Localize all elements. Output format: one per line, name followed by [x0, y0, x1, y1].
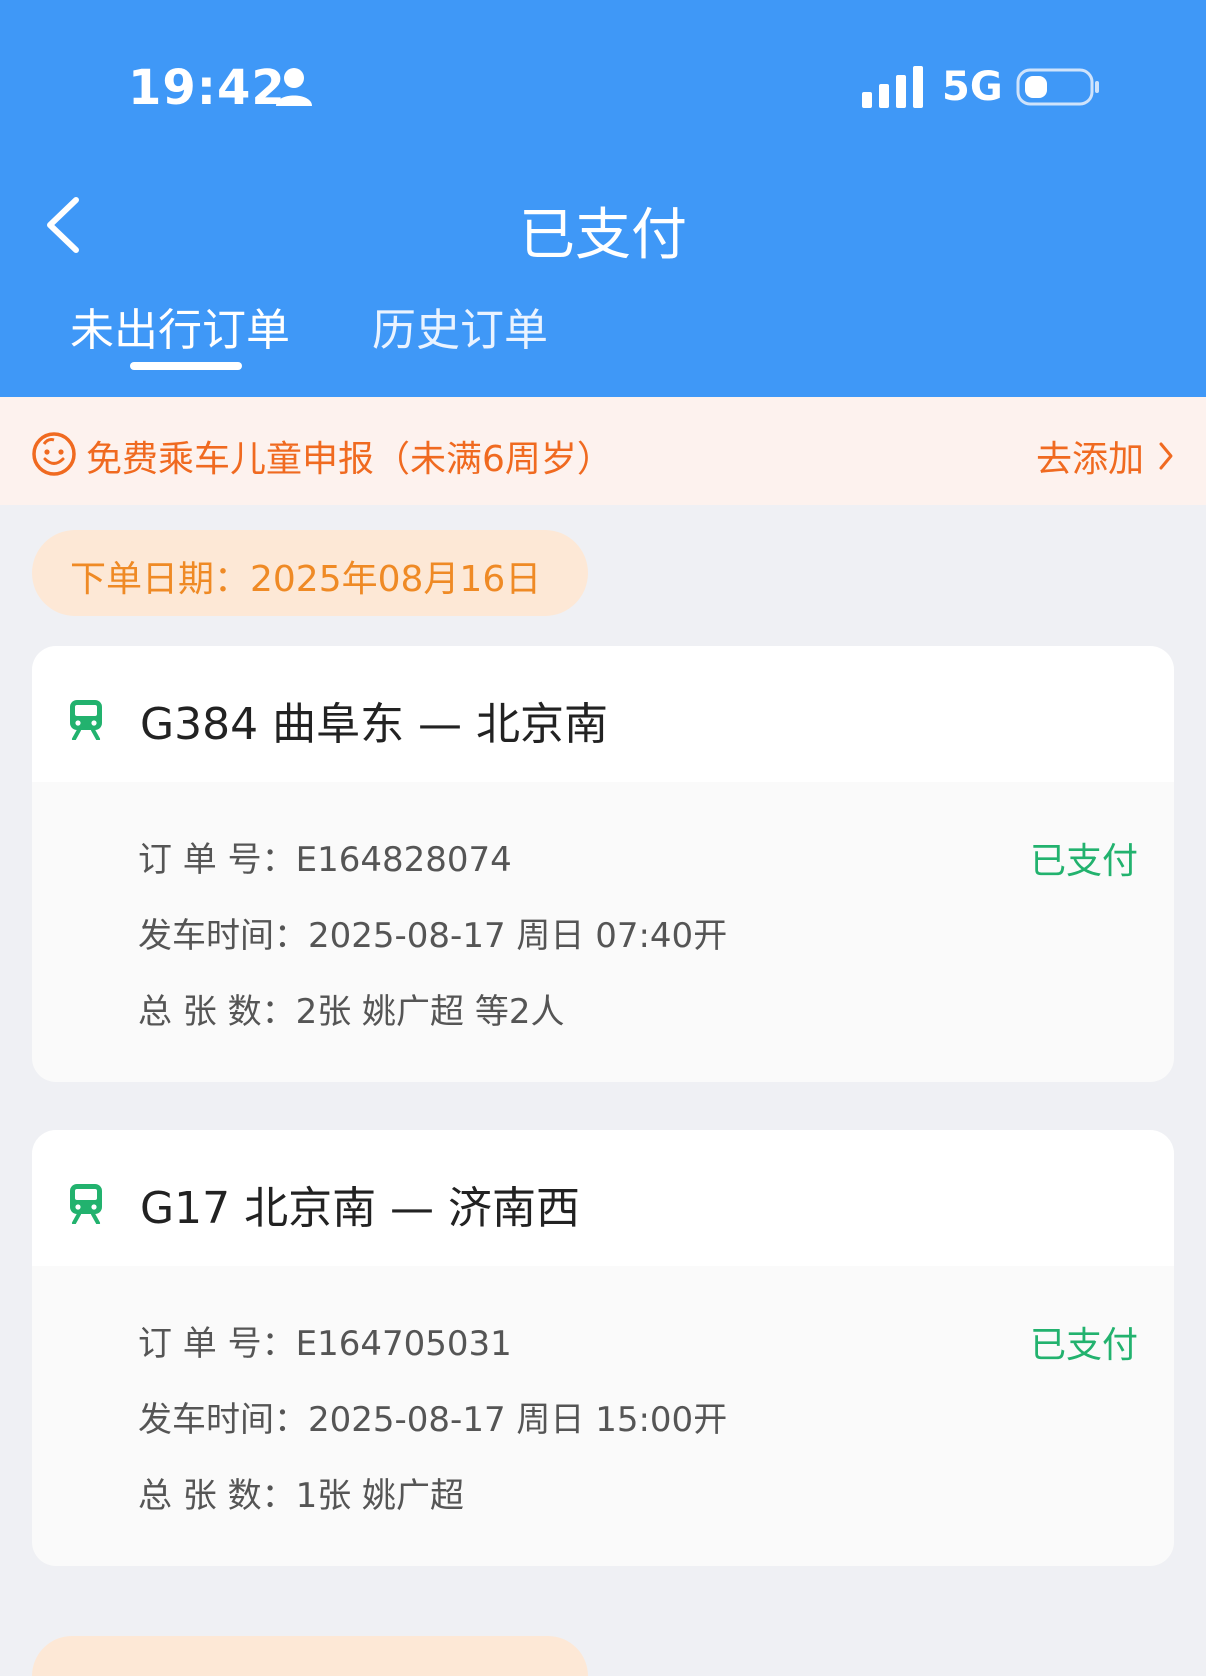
order-card[interactable]: G384 曲阜东 — 北京南 订 单 号：E164828074 已支付 发车时间…: [32, 646, 1174, 1082]
app-header: 19:42 5G 已支付 未出行订单 历史订单: [0, 0, 1206, 397]
next-order-date-pill: [32, 1636, 588, 1676]
add-child-label: 去添加: [1035, 439, 1144, 480]
add-child-link[interactable]: 去添加: [1036, 430, 1174, 482]
smile-icon: [32, 432, 76, 476]
train-icon: [70, 700, 102, 740]
departure-time: 发车时间：2025-08-17 周日 15:00开: [138, 1400, 728, 1440]
active-tab-indicator: [130, 362, 242, 370]
train-route-title: G17 北京南 — 济南西: [140, 1183, 581, 1234]
departure-time: 发车时间：2025-08-17 周日 07:40开: [138, 916, 728, 956]
network-type: 5G: [942, 64, 1003, 110]
page-title: 已支付: [519, 203, 687, 268]
chevron-right-icon: [1159, 442, 1173, 470]
battery-icon: [1016, 68, 1099, 106]
person-icon: [276, 68, 312, 106]
train-route-title: G384 曲阜东 — 北京南: [140, 699, 609, 750]
order-number: 订 单 号：E164705031: [138, 1324, 512, 1364]
order-date-text: 下单日期：2025年08月16日: [70, 559, 542, 600]
ticket-count: 总 张 数：1张 姚广超: [138, 1476, 465, 1516]
order-status-badge: 已支付: [1029, 841, 1138, 882]
order-card[interactable]: G17 北京南 — 济南西 订 单 号：E164705031 已支付 发车时间：…: [32, 1130, 1174, 1566]
order-number: 订 单 号：E164828074: [138, 840, 512, 880]
child-declaration-text: 免费乘车儿童申报（未满6周岁）: [86, 439, 613, 480]
train-icon: [70, 1184, 102, 1224]
ticket-count: 总 张 数：2张 姚广超 等2人: [138, 992, 565, 1032]
order-status-badge: 已支付: [1029, 1325, 1138, 1366]
signal-icon: [862, 66, 923, 108]
status-time: 19:42: [128, 60, 286, 116]
tab-history-orders[interactable]: 历史订单: [372, 294, 548, 358]
tab-upcoming-orders[interactable]: 未出行订单: [70, 294, 290, 358]
